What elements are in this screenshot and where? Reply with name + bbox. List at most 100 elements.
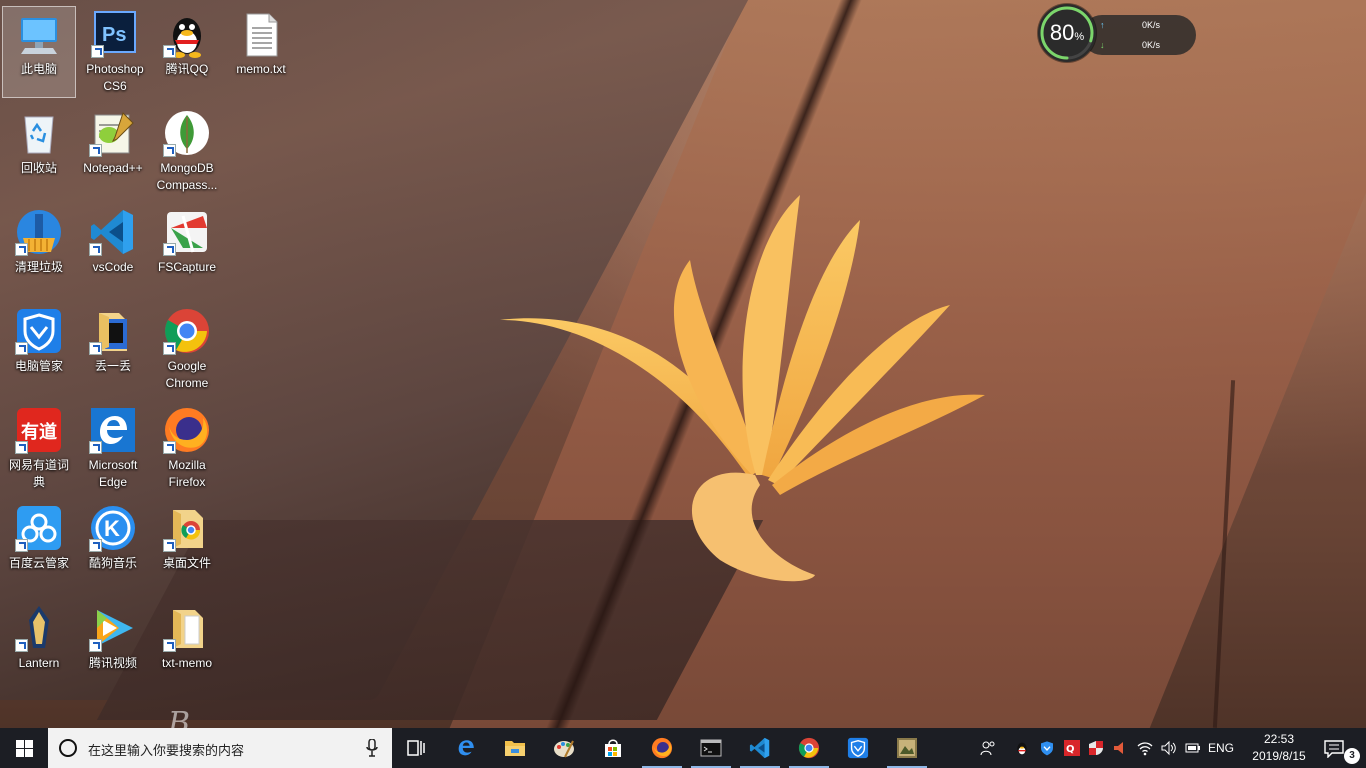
desktop-icon-diuyidiu[interactable]: 丢一丢 (76, 303, 150, 395)
shortcut-arrow-icon (15, 539, 28, 552)
desktop-icon-tencent-video[interactable]: 腾讯视频 (76, 600, 150, 692)
qq-penguin-icon (1017, 742, 1027, 755)
tray-qq[interactable] (1010, 728, 1034, 768)
taskbar-file-explorer[interactable] (491, 728, 539, 768)
taskbar-search-box[interactable]: 在这里输入你要搜索的内容 (48, 728, 392, 768)
tencent-shield-icon (1041, 741, 1053, 756)
desktop-icon-edge[interactable]: Microsoft Edge (76, 402, 150, 494)
taskbar-clock[interactable]: 22:53 2019/8/15 (1244, 731, 1314, 765)
desktop-icon-txt-memo[interactable]: txt-memo (150, 600, 224, 692)
wallpaper-signature: B (168, 706, 191, 728)
tray-volume-muted[interactable] (1108, 728, 1132, 768)
desktop-icon-label: 酷狗音乐 (88, 556, 137, 570)
shortcut-arrow-icon (89, 539, 102, 552)
tray-volume[interactable] (1157, 728, 1181, 768)
desktop-icon-mongodb[interactable]: MongoDB Compass... (150, 105, 224, 197)
tencent-video-icon (89, 604, 137, 652)
taskbar-vscode[interactable] (736, 728, 784, 768)
taskbar-store[interactable] (589, 728, 637, 768)
store-icon (605, 739, 621, 757)
kugou-icon: K (89, 504, 137, 552)
network-monitor-widget[interactable]: 80% ↑ 0K/s ↓ 0K/s (1038, 4, 1196, 64)
tray-app-red[interactable]: Q (1060, 728, 1084, 768)
microphone-icon[interactable] (366, 739, 378, 757)
svg-text:K: K (104, 516, 120, 541)
taskbar-cmd[interactable] (687, 728, 735, 768)
tencent-shield-icon (15, 307, 63, 355)
desktop-icon-label: 网易有道词 典 (8, 458, 69, 489)
desktop-icon-label: FSCapture (157, 260, 217, 274)
input-language[interactable]: ENG (1206, 728, 1236, 768)
shortcut-arrow-icon (163, 342, 176, 355)
baidu-cloud-icon (15, 504, 63, 552)
desktop-icon-label: Notepad++ (83, 161, 143, 175)
edge-icon (89, 406, 137, 454)
download-speed-value: 0K/s (1141, 40, 1160, 50)
youdao-icon: 有道 (15, 406, 63, 454)
taskbar-pc-manager[interactable] (834, 728, 882, 768)
clock-date: 2019/8/15 (1252, 749, 1306, 763)
taskbar-edge[interactable] (442, 728, 490, 768)
shortcut-arrow-icon (89, 639, 102, 652)
taskbar-firefox[interactable] (638, 728, 686, 768)
folder-chrome-icon (163, 504, 211, 552)
shortcut-arrow-icon (15, 441, 28, 454)
desktop-icon-label: vsCode (92, 260, 134, 274)
upload-speed-value: 0K/s (1141, 20, 1160, 30)
notification-icon (1324, 740, 1344, 758)
chrome-icon (163, 307, 211, 355)
task-view-button[interactable] (392, 728, 440, 768)
desktop-icon-label: 丢一丢 (94, 359, 131, 373)
desktop-icon-photoshop[interactable]: Ps Photoshop CS6 (78, 6, 152, 98)
desktop-icon-memo-txt[interactable]: memo.txt (224, 6, 298, 98)
desktop-icon-qq[interactable]: 腾讯QQ (150, 6, 224, 98)
people-icon (980, 741, 995, 756)
desktop-icon-this-pc[interactable]: 此电脑 (2, 6, 76, 98)
taskbar-chrome[interactable] (785, 728, 833, 768)
desktop-icon-label: txt-memo (161, 656, 212, 670)
shortcut-arrow-icon (15, 639, 28, 652)
text-file-icon (237, 10, 285, 58)
desktop-icon-notepadpp[interactable]: Notepad++ (76, 105, 150, 197)
desktop-icon-desktop-files[interactable]: 桌面文件 (150, 500, 224, 592)
desktop-icon-recycle-bin[interactable]: 回收站 (2, 105, 76, 197)
desktop-icon-chrome[interactable]: Google Chrome (150, 303, 224, 395)
desktop-icon-cleaner[interactable]: 清理垃圾 (2, 204, 76, 296)
image-viewer-icon (897, 738, 917, 758)
desktop-icon-lantern[interactable]: Lantern (2, 600, 76, 692)
desktop-icon-youdao[interactable]: 有道 网易有道词 典 (2, 402, 76, 494)
desktop-icon-firefox[interactable]: Mozilla Firefox (150, 402, 224, 494)
tray-pc-manager[interactable] (1035, 728, 1059, 768)
battery-icon (1185, 743, 1200, 753)
shortcut-arrow-icon (163, 639, 176, 652)
desktop-icon-label: 桌面文件 (162, 556, 211, 570)
desktop-icon-fscapture[interactable]: FSCapture (150, 204, 224, 296)
shortcut-arrow-icon (89, 144, 102, 157)
windows-logo-icon (16, 740, 33, 757)
desktop-icon-kugou[interactable]: K 酷狗音乐 (76, 500, 150, 592)
recycle-bin-icon (15, 109, 63, 157)
tray-security[interactable] (1084, 728, 1108, 768)
edge-icon (458, 740, 474, 756)
start-button[interactable] (0, 728, 48, 768)
action-center-button[interactable]: 3 (1316, 728, 1366, 768)
upload-speed: ↑ 0K/s (1100, 20, 1160, 34)
qq-penguin-icon (163, 10, 211, 58)
security-shield-icon (1089, 741, 1103, 755)
taskbar-image-viewer[interactable] (883, 728, 931, 768)
vscode-icon (749, 737, 770, 759)
svg-text:有道: 有道 (21, 421, 57, 443)
taskbar-paint[interactable] (540, 728, 588, 768)
speaker-muted-icon (1114, 742, 1123, 754)
desktop-icon-pc-manager[interactable]: 电脑管家 (2, 303, 76, 395)
notepadpp-icon (89, 109, 137, 157)
red-app-icon: Q (1064, 740, 1080, 756)
desktop-icon-label: 清理垃圾 (14, 260, 63, 274)
desktop-icon-vscode[interactable]: vsCode (76, 204, 150, 296)
tray-battery[interactable] (1181, 728, 1205, 768)
desktop-icon-label: 百度云管家 (8, 556, 69, 570)
taskbar: 在这里输入你要搜索的内容 Q ENG 22:53 2019/8/15 3 (0, 728, 1366, 768)
tray-wifi[interactable] (1133, 728, 1157, 768)
tray-people[interactable] (976, 728, 1000, 768)
desktop-icon-baidu-cloud[interactable]: 百度云管家 (2, 500, 76, 592)
